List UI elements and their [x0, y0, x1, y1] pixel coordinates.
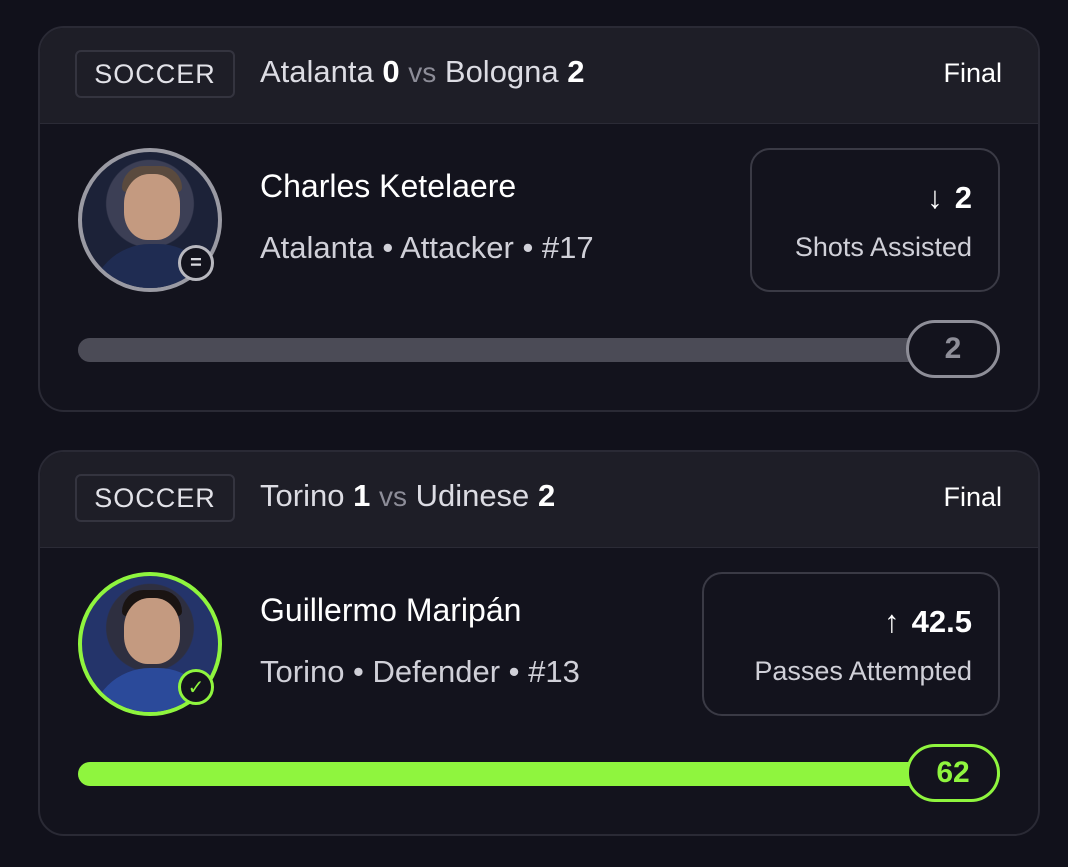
- player-name: Charles Ketelaere: [260, 168, 517, 204]
- line-value: 42.5: [911, 604, 972, 639]
- stat-label: Passes Attempted: [754, 656, 972, 686]
- player-meta: Atalanta • Attacker • #17: [260, 230, 594, 265]
- arrow-down-icon: ↓: [927, 180, 943, 215]
- match-summary: Atalanta 0 vs Bologna 2: [260, 54, 585, 90]
- stat-line-box: ↑ 42.5 Passes Attempted: [702, 572, 1000, 716]
- progress-fill: [78, 762, 1000, 786]
- player-name: Guillermo Maripán: [260, 592, 522, 628]
- line-value: 2: [954, 180, 972, 215]
- actual-value-pill: 2: [906, 320, 1000, 378]
- stat-line: ↓ 2: [927, 180, 972, 216]
- home-score: 1: [353, 478, 371, 513]
- game-status: Final: [943, 482, 1002, 512]
- stat-label: Shots Assisted: [794, 232, 972, 262]
- progress-track: [78, 762, 1000, 786]
- check-circle-icon: ✓: [178, 669, 214, 705]
- pick-card[interactable]: SOCCER Torino 1 vs Udinese 2 Final ✓ Gui…: [38, 450, 1040, 836]
- away-team: Bologna: [444, 54, 559, 89]
- progress-track: [78, 338, 1000, 362]
- pick-card[interactable]: SOCCER Atalanta 0 vs Bologna 2 Final = C…: [38, 26, 1040, 412]
- card-header: SOCCER Torino 1 vs Udinese 2 Final: [40, 452, 1038, 548]
- home-score: 0: [382, 54, 400, 89]
- card-header: SOCCER Atalanta 0 vs Bologna 2 Final: [40, 28, 1038, 124]
- game-status: Final: [943, 58, 1002, 88]
- arrow-up-icon: ↑: [884, 604, 900, 639]
- equals-circle-icon: =: [178, 245, 214, 281]
- vs-label: vs: [378, 481, 407, 512]
- card-body: = Charles Ketelaere Atalanta • Attacker …: [40, 124, 1038, 410]
- match-summary: Torino 1 vs Udinese 2: [260, 478, 555, 514]
- card-body: ✓ Guillermo Maripán Torino • Defender • …: [40, 548, 1038, 834]
- progress-fill: [78, 338, 1000, 362]
- home-team: Atalanta: [260, 54, 374, 89]
- sport-badge: SOCCER: [75, 474, 235, 522]
- actual-value-pill: 62: [906, 744, 1000, 802]
- away-score: 2: [567, 54, 585, 89]
- away-score: 2: [537, 478, 556, 513]
- stat-line-box: ↓ 2 Shots Assisted: [750, 148, 1000, 292]
- stat-line: ↑ 42.5: [884, 604, 972, 640]
- away-team: Udinese: [415, 478, 530, 513]
- sport-badge: SOCCER: [75, 50, 235, 98]
- home-team: Torino: [260, 478, 345, 513]
- player-meta: Torino • Defender • #13: [260, 654, 580, 689]
- vs-label: vs: [408, 57, 437, 88]
